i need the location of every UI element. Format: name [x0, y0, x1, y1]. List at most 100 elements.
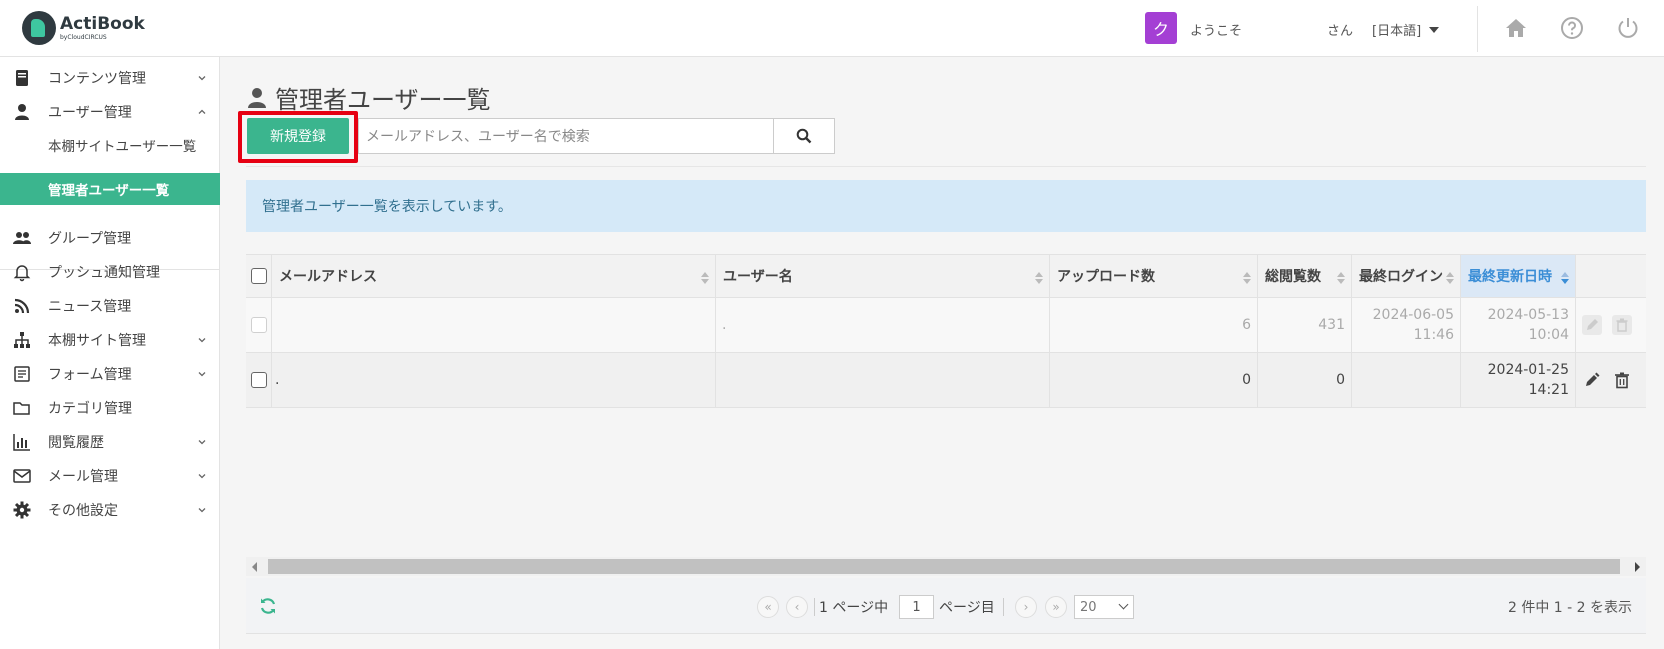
last-login-time: 11:46	[1413, 327, 1454, 343]
home-icon[interactable]	[1504, 16, 1528, 40]
sort-icon	[1446, 272, 1454, 284]
sidebar-subitem-bookshelf-users[interactable]: 本棚サイトユーザー一覧	[0, 129, 220, 161]
sidebar-item-settings[interactable]: その他設定	[0, 493, 220, 527]
row-checkbox[interactable]	[251, 317, 267, 333]
last-page-button[interactable]: »	[1045, 596, 1067, 618]
refresh-icon[interactable]	[258, 596, 278, 616]
top-header: ActiBook byCloudCIRCUS ク ようこそ さん [日本語]	[0, 0, 1664, 57]
mail-icon	[13, 469, 31, 483]
sidebar-item-label: ユーザー管理	[48, 105, 132, 121]
page-number-input[interactable]: 1	[899, 595, 934, 619]
search-input[interactable]: メールアドレス、ユーザー名で検索	[358, 118, 774, 154]
chevron-down-icon	[198, 76, 206, 81]
updated-date: 2024-05-13	[1487, 307, 1569, 323]
trash-icon[interactable]	[1612, 370, 1632, 390]
sidebar-item-mail[interactable]: メール管理	[0, 459, 220, 493]
pager-bar: « ‹ 1 ページ中 1 ページ目 › » 20 2 件中 1 - 2 を表示	[246, 578, 1646, 634]
chevron-up-icon	[198, 109, 206, 114]
page-title: 管理者ユーザー一覧	[247, 80, 491, 115]
uploads-cell: 6	[1050, 298, 1258, 352]
sidebar-subitem-admin-users[interactable]: 管理者ユーザー一覧	[0, 173, 220, 205]
column-header: 総閲覧数	[1265, 269, 1321, 285]
language-select[interactable]: [日本語]	[1372, 20, 1440, 39]
page-info: 2 件中 1 - 2 を表示	[1507, 600, 1632, 616]
updated-cell: 2024-05-13 10:04	[1461, 298, 1576, 352]
scrollbar-thumb[interactable]	[268, 559, 1620, 574]
sidebar-item-label: プッシュ通知管理	[48, 265, 160, 281]
sidebar-item-contents[interactable]: コンテンツ管理	[0, 61, 220, 95]
info-alert: 管理者ユーザー一覧を表示しています。	[246, 180, 1646, 232]
email-cell	[272, 298, 716, 352]
horizontal-scrollbar[interactable]	[246, 557, 1646, 576]
chevron-right-icon: ›	[1023, 600, 1029, 614]
chevron-down-icon	[198, 372, 206, 377]
sidebar-item-categories[interactable]: カテゴリ管理	[0, 391, 220, 425]
col-last-login[interactable]: 最終ログイン	[1352, 255, 1461, 297]
page-title-text: 管理者ユーザー一覧	[275, 86, 491, 114]
trash-icon[interactable]	[1612, 315, 1632, 335]
header-checkbox-cell	[246, 255, 272, 297]
caret-down-icon	[1429, 26, 1440, 33]
sidebar-item-forms[interactable]: フォーム管理	[0, 357, 220, 391]
sidebar-item-label: フォーム管理	[48, 367, 132, 383]
header-divider	[1477, 6, 1478, 52]
views-cell: 431	[1258, 298, 1352, 352]
row-checkbox[interactable]	[251, 372, 267, 388]
col-updated[interactable]: 最終更新日時	[1461, 255, 1576, 297]
double-chevron-right-icon: »	[1052, 600, 1060, 614]
updated-time: 10:04	[1528, 327, 1569, 343]
help-icon[interactable]	[1560, 16, 1584, 40]
col-uploads[interactable]: アップロード数	[1050, 255, 1258, 297]
scroll-right-icon[interactable]	[1635, 562, 1640, 572]
uploads-cell: 0	[1050, 353, 1258, 407]
updated-time: 14:21	[1528, 382, 1569, 398]
rss-icon	[14, 298, 30, 314]
page-size-select[interactable]: 20	[1074, 595, 1134, 619]
updated-cell: 2024-01-25 14:21	[1461, 353, 1576, 407]
sort-icon	[1337, 272, 1345, 284]
sidebar-item-history[interactable]: 閲覧履歴	[0, 425, 220, 459]
chevron-down-icon	[198, 508, 206, 513]
actions-cell	[1576, 298, 1646, 352]
folder-icon	[13, 402, 30, 415]
sidebar-item-users[interactable]: ユーザー管理	[0, 95, 220, 129]
user-avatar[interactable]: ク	[1145, 12, 1177, 44]
new-register-button[interactable]: 新規登録	[247, 118, 349, 154]
col-views[interactable]: 総閲覧数	[1258, 255, 1352, 297]
search-button[interactable]	[773, 118, 835, 154]
sidebar-item-label: 本棚サイト管理	[48, 333, 146, 349]
col-email[interactable]: メールアドレス	[272, 255, 716, 297]
edit-icon[interactable]	[1582, 315, 1602, 335]
col-actions	[1576, 255, 1646, 297]
sidebar-item-bookshelf-site[interactable]: 本棚サイト管理	[0, 323, 220, 357]
double-chevron-left-icon: «	[764, 600, 772, 614]
actibook-logo[interactable]: ActiBook byCloudCIRCUS	[22, 11, 145, 45]
sidebar-item-label: その他設定	[48, 503, 118, 519]
chevron-left-icon: ‹	[794, 600, 800, 614]
edit-icon[interactable]	[1582, 370, 1602, 390]
sidebar-item-push[interactable]: プッシュ通知管理	[0, 255, 220, 289]
col-username[interactable]: ユーザー名	[716, 255, 1050, 297]
bell-icon	[13, 265, 31, 282]
first-page-button[interactable]: «	[757, 596, 779, 618]
scroll-left-icon[interactable]	[252, 562, 257, 572]
actions-cell	[1576, 353, 1646, 407]
user-icon	[15, 104, 29, 120]
power-icon[interactable]	[1616, 16, 1640, 40]
last-login-date: 2024-06-05	[1372, 307, 1454, 323]
logo-sub: byCloudCIRCUS	[60, 33, 107, 41]
select-all-checkbox[interactable]	[251, 268, 267, 284]
table-row: . 6 431 2024-06-05 11:46 2024-05-13 10:0…	[246, 298, 1646, 353]
prev-page-button[interactable]: ‹	[786, 596, 808, 618]
column-header: ユーザー名	[723, 269, 793, 285]
updated-date: 2024-01-25	[1487, 362, 1569, 378]
sidebar-item-label: 閲覧履歴	[48, 435, 104, 451]
sidebar-item-news[interactable]: ニュース管理	[0, 289, 220, 323]
email-cell: .	[272, 353, 716, 407]
next-page-button[interactable]: ›	[1015, 596, 1037, 618]
pager-separator	[814, 598, 815, 616]
sidebar-item-label: ニュース管理	[48, 299, 132, 315]
sort-icon	[1035, 272, 1043, 284]
form-icon	[14, 366, 30, 382]
sidebar-item-groups[interactable]: グループ管理	[0, 221, 220, 255]
